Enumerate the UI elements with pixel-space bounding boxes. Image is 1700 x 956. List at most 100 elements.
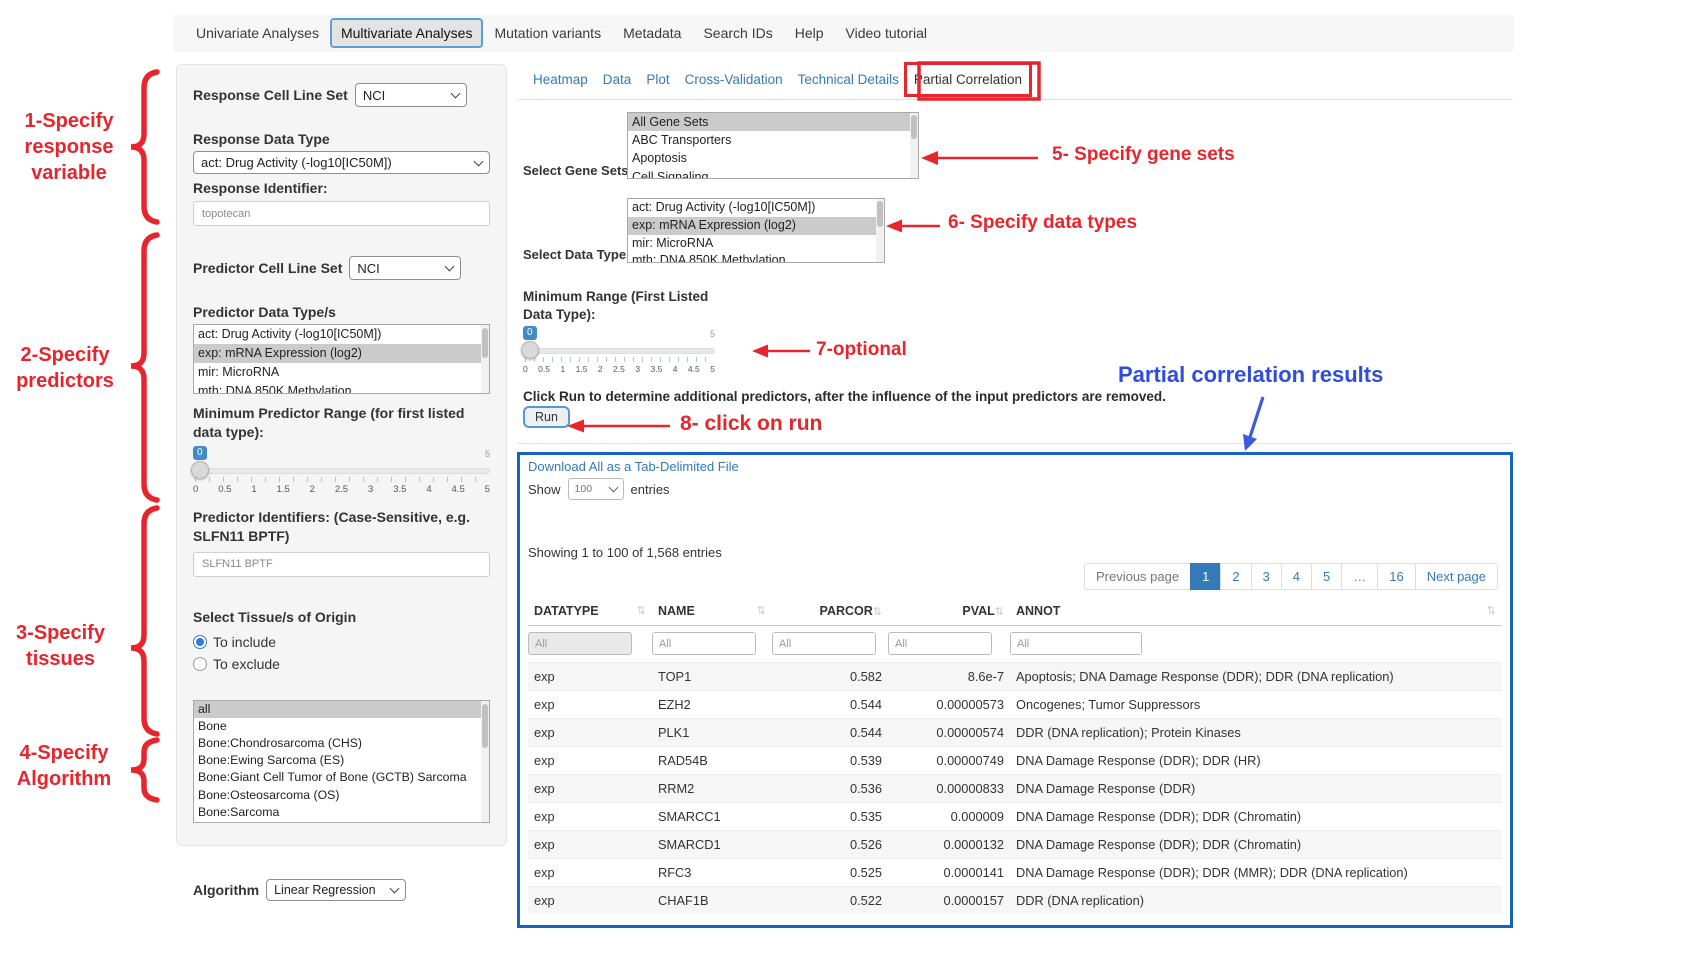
table-row[interactable]: exp SMARCD1 0.526 0.0000132 DNA Damage R…	[528, 831, 1502, 859]
algorithm-select[interactable]: Linear Regression	[266, 879, 406, 901]
nav-univariate-analyses[interactable]: Univariate Analyses	[185, 17, 330, 49]
list-item[interactable]: mir: MicroRNA	[628, 235, 884, 253]
filter-parcor-input[interactable]	[772, 632, 876, 655]
scrollbar-thumb[interactable]	[482, 328, 488, 358]
tissue-exclude-option[interactable]: To exclude	[193, 656, 490, 672]
slider-handle[interactable]	[521, 341, 539, 359]
list-item[interactable]: act: Drug Activity (-log10[IC50M])	[628, 199, 884, 217]
page-button-3[interactable]: 3	[1251, 563, 1282, 590]
tab-heatmap[interactable]: Heatmap	[533, 72, 588, 87]
page-button-2[interactable]: 2	[1220, 563, 1251, 590]
nav-metadata[interactable]: Metadata	[612, 17, 692, 49]
response-identifier-input[interactable]	[193, 201, 490, 226]
scrollbar[interactable]	[876, 199, 884, 262]
list-item[interactable]: exp: mRNA Expression (log2)	[194, 344, 489, 363]
predictor-identifiers-input[interactable]	[193, 552, 490, 577]
response-cell-line-set-select[interactable]: NCI	[355, 83, 467, 107]
list-item[interactable]: Bone:Chondrosarcoma (CHS)	[194, 735, 489, 752]
predictor-cell-line-set-value: NCI	[357, 261, 379, 276]
col-header-datatype[interactable]: DATATYPE ⇅	[528, 597, 652, 626]
filter-name-input[interactable]	[652, 632, 756, 655]
download-all-link[interactable]: Download All as a Tab-Delimited File	[528, 459, 739, 474]
scrollbar-thumb[interactable]	[911, 115, 917, 139]
table-row[interactable]: exp CHAF1B 0.522 0.0000157 DDR (DNA repl…	[528, 887, 1502, 915]
list-item[interactable]: Bone:Osteosarcoma (OS)	[194, 787, 489, 804]
col-header-annot[interactable]: ANNOT ⇅	[1010, 597, 1502, 626]
list-item[interactable]: Peripheral_Nervous_System	[194, 821, 489, 823]
page-button-1[interactable]: 1	[1190, 563, 1221, 590]
list-item[interactable]: all	[194, 701, 489, 718]
filter-datatype-input[interactable]	[528, 632, 632, 655]
cell-pval: 0.0000141	[888, 859, 1010, 887]
list-item[interactable]: act: Drug Activity (-log10[IC50M])	[194, 325, 489, 344]
list-item[interactable]: Bone	[194, 718, 489, 735]
scrollbar[interactable]	[910, 113, 918, 178]
table-row[interactable]: exp RRM2 0.536 0.00000833 DNA Damage Res…	[528, 775, 1502, 803]
tab-plot[interactable]: Plot	[646, 72, 669, 87]
next-page-button[interactable]: Next page	[1415, 563, 1498, 590]
sort-icon[interactable]: ⇅	[1487, 604, 1496, 617]
tissue-include-option[interactable]: To include	[193, 634, 490, 650]
list-item[interactable]: mth: DNA 850K Methylation	[628, 252, 884, 263]
tab-data[interactable]: Data	[603, 72, 632, 87]
chevron-down-icon	[445, 262, 455, 272]
filter-annot-input[interactable]	[1010, 632, 1142, 655]
scrollbar-thumb[interactable]	[877, 201, 883, 227]
table-row[interactable]: exp EZH2 0.544 0.00000573 Oncogenes; Tum…	[528, 691, 1502, 719]
table-row[interactable]: exp PLK1 0.544 0.00000574 DDR (DNA repli…	[528, 719, 1502, 747]
previous-page-button[interactable]: Previous page	[1084, 563, 1191, 590]
cell-name: RAD54B	[652, 747, 772, 775]
slider-value-badge: 0	[523, 326, 537, 340]
predictor-cell-line-set-select[interactable]: NCI	[349, 256, 461, 280]
predictor-cell-line-set-label: Predictor Cell Line Set	[193, 260, 342, 276]
table-row[interactable]: exp RFC3 0.525 0.0000141 DNA Damage Resp…	[528, 859, 1502, 887]
table-row[interactable]: exp SMARCC1 0.535 0.000009 DNA Damage Re…	[528, 803, 1502, 831]
annotation-step4: 4-Specify Algorithm	[5, 740, 123, 792]
show-entries-select[interactable]: 100	[568, 478, 624, 500]
page-button-5[interactable]: 5	[1311, 563, 1342, 590]
filter-pval-input[interactable]	[888, 632, 992, 655]
scrollbar[interactable]	[481, 325, 489, 393]
table-row[interactable]: exp TOP1 0.582 8.6e-7 Apoptosis; DNA Dam…	[528, 663, 1502, 691]
slider-track[interactable]	[193, 468, 490, 474]
radio-exclude[interactable]	[193, 657, 207, 671]
page-button-16[interactable]: 16	[1377, 563, 1415, 590]
sort-icon[interactable]: ⇅	[873, 606, 882, 618]
sort-icon[interactable]: ⇅	[637, 604, 646, 617]
list-item[interactable]: exp: mRNA Expression (log2)	[628, 217, 884, 235]
nav-video-tutorial[interactable]: Video tutorial	[835, 17, 938, 49]
response-identifier-label: Response Identifier:	[193, 180, 490, 196]
nav-mutation-variants[interactable]: Mutation variants	[483, 17, 612, 49]
list-item[interactable]: mir: MicroRNA	[194, 363, 489, 382]
list-item[interactable]: mth: DNA 850K Methylation	[194, 382, 489, 394]
col-header-pval[interactable]: PVAL⇅	[888, 597, 1010, 626]
tab-partial-correlation[interactable]: Partial Correlation	[914, 72, 1022, 87]
col-header-name[interactable]: NAME ⇅	[652, 597, 772, 626]
scrollbar[interactable]	[481, 701, 489, 822]
list-item[interactable]: Bone:Sarcoma	[194, 804, 489, 821]
nav-help[interactable]: Help	[784, 17, 835, 49]
slider-handle[interactable]	[191, 461, 209, 479]
list-item[interactable]: ABC Transporters	[628, 131, 918, 149]
response-data-type-select[interactable]: act: Drug Activity (-log10[IC50M])	[193, 151, 490, 174]
tissue-exclude-label: To exclude	[213, 656, 280, 672]
tab-technical-details[interactable]: Technical Details	[798, 72, 899, 87]
list-item[interactable]: Bone:Giant Cell Tumor of Bone (GCTB) Sar…	[194, 769, 489, 786]
slider-track[interactable]	[523, 348, 715, 354]
nav-search-ids[interactable]: Search IDs	[692, 17, 783, 49]
table-row[interactable]: exp RAD54B 0.539 0.00000749 DNA Damage R…	[528, 747, 1502, 775]
run-button[interactable]: Run	[523, 406, 570, 428]
list-item[interactable]: All Gene Sets	[628, 113, 918, 131]
list-item[interactable]: Bone:Ewing Sarcoma (ES)	[194, 752, 489, 769]
tab-cross-validation[interactable]: Cross-Validation	[685, 72, 783, 87]
page-button-4[interactable]: 4	[1281, 563, 1312, 590]
sort-icon[interactable]: ⇅	[757, 604, 766, 617]
cell-annot: DNA Damage Response (DDR); DDR (HR)	[1010, 747, 1502, 775]
scrollbar-thumb[interactable]	[482, 704, 488, 748]
sort-icon[interactable]: ⇅	[995, 606, 1004, 618]
radio-include[interactable]	[193, 635, 207, 649]
list-item[interactable]: Apoptosis	[628, 149, 918, 167]
col-header-parcor[interactable]: PARCOR⇅	[772, 597, 888, 626]
nav-multivariate-analyses[interactable]: Multivariate Analyses	[330, 18, 484, 48]
list-item[interactable]: Cell Signaling	[628, 168, 918, 179]
